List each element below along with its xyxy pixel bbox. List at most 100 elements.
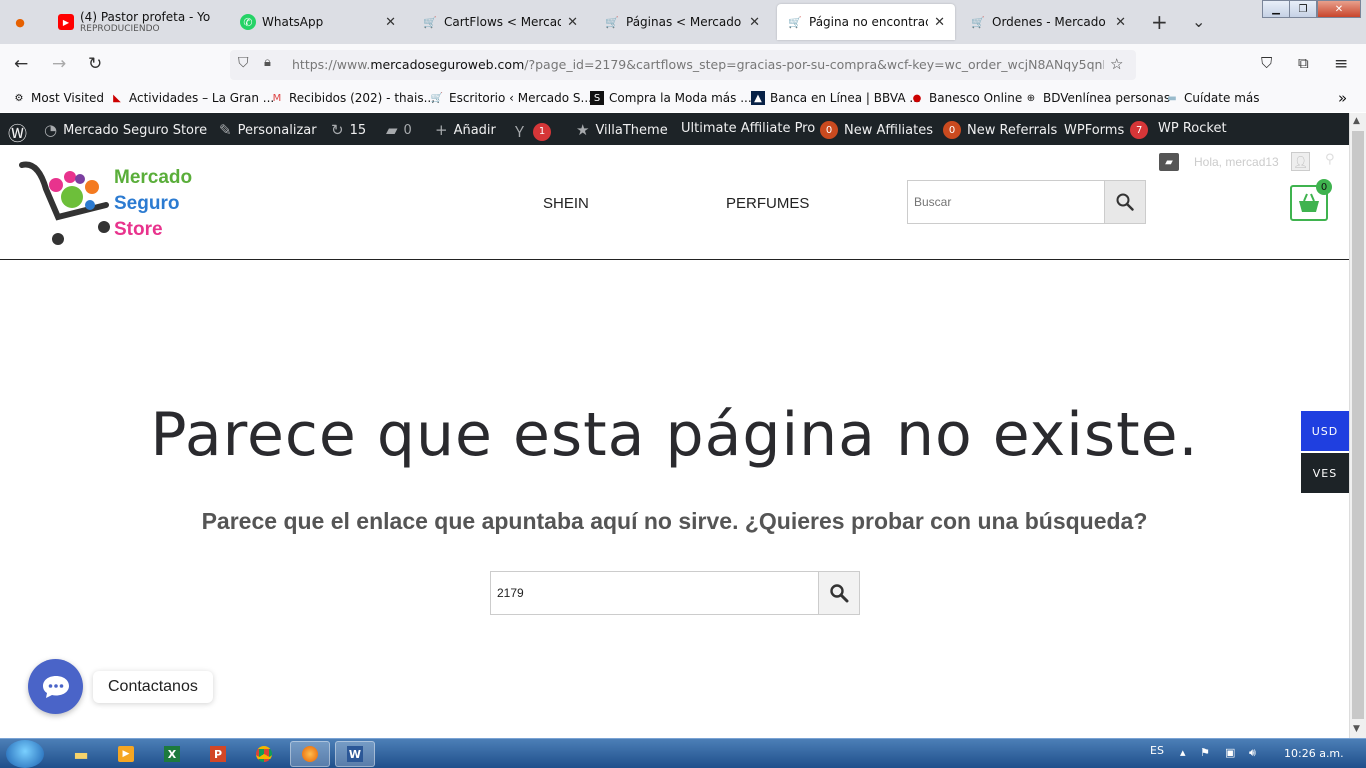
wp-rocket[interactable]: WP Rocket (1158, 121, 1227, 136)
bookmark-bbva[interactable]: ▲ Banca en Línea | BBVA ... (751, 91, 921, 105)
url-domain: mercadoseguroweb.com (370, 57, 525, 72)
maximize-button[interactable]: ❐ (1289, 0, 1317, 18)
close-icon[interactable]: ✕ (934, 15, 945, 30)
bookmark-most-visited[interactable]: ⚙ Most Visited (12, 91, 105, 105)
wp-comments[interactable]: ▰ 0 (386, 121, 412, 139)
tray-arrow-icon[interactable]: ▴ (1180, 746, 1186, 759)
minimize-button[interactable]: ▁ (1262, 0, 1290, 18)
wp-wpforms[interactable]: WPForms 7 (1064, 121, 1154, 139)
cart-favicon-icon: 🛒 (430, 92, 444, 104)
chat-label[interactable]: Contactanos (93, 671, 213, 703)
bookmark-label: BDVenlínea personas (1043, 91, 1171, 105)
notification-icon[interactable]: ▰ (1159, 153, 1179, 171)
bookmark-cuidate[interactable]: ▬ Cuídate más (1165, 91, 1259, 105)
user-greeting[interactable]: Hola, mercad13 (1194, 155, 1279, 169)
network-icon[interactable]: ▣ (1225, 746, 1235, 759)
site-logo[interactable]: Mercado Seguro Store (18, 159, 218, 247)
tab-ordenes[interactable]: 🛒 Ordenes - Mercado Seguro ✕ (960, 4, 1136, 40)
wordpress-icon[interactable]: Ⓦ (8, 119, 27, 146)
header-search-input[interactable] (908, 181, 1105, 223)
header-search-button[interactable] (1104, 181, 1145, 223)
taskbar-powerpoint[interactable]: P (198, 741, 238, 767)
currency-usd-button[interactable]: USD (1301, 411, 1349, 451)
logo-line-1: Mercado (114, 167, 193, 188)
wp-yoast[interactable]: Ｙ1 (512, 121, 557, 142)
main-search-button[interactable] (818, 572, 859, 614)
lock-icon[interactable]: 🔒︎ (264, 55, 271, 70)
tab-whatsapp[interactable]: ✆ WhatsApp ✕ (230, 4, 406, 40)
pocket-icon[interactable]: ⛉ (1261, 54, 1272, 72)
bookmark-gmail[interactable]: M Recibidos (202) - thais... (270, 91, 435, 105)
scroll-down-icon[interactable]: ▼ (1353, 724, 1360, 734)
close-icon[interactable]: ✕ (385, 15, 396, 30)
star-icon: ★ (576, 121, 590, 139)
menu-item-perfumes[interactable]: PERFUMES (726, 195, 809, 212)
extensions-icon[interactable]: ⧉ (1298, 54, 1309, 72)
menu-item-shein[interactable]: SHEIN (543, 195, 589, 212)
magnifier-icon (830, 584, 849, 603)
taskbar-chrome[interactable] (244, 741, 284, 767)
new-referrals-label: New Referrals (967, 122, 1058, 138)
bbva-icon: ▲ (751, 91, 765, 105)
shield-icon[interactable]: ⛉ (238, 55, 249, 71)
reload-icon[interactable]: ↻ (88, 54, 102, 74)
wp-add-new[interactable]: + Añadir (435, 121, 496, 139)
taskbar-media-player[interactable]: ▶ (106, 741, 146, 767)
cart-favicon-icon: 🛒 (971, 15, 985, 29)
bookmark-label: Banca en Línea | BBVA ... (770, 91, 921, 105)
wp-new-affiliates[interactable]: 0 New Affiliates (820, 121, 933, 139)
chevron-right-icon[interactable]: » (1338, 89, 1347, 107)
language-indicator[interactable]: ES (1150, 744, 1164, 757)
forward-arrow-icon[interactable]: → (52, 54, 66, 74)
url-text[interactable]: https://www.mercadoseguroweb.com/?page_i… (292, 57, 1104, 72)
clock[interactable]: 10:26 a.m. (1284, 747, 1344, 760)
tab-title: Ordenes - Mercado Seguro (992, 15, 1109, 29)
search-icon[interactable]: ⚲ (1325, 152, 1335, 167)
taskbar-explorer[interactable]: ▬ (61, 741, 101, 767)
flag-icon[interactable]: ⚑ (1200, 746, 1210, 759)
tab-cartflows[interactable]: 🛒 CartFlows < Mercado Seguro ✕ (412, 4, 588, 40)
bookmark-label: Recibidos (202) - thais... (289, 91, 436, 105)
close-icon[interactable]: ✕ (1115, 15, 1126, 30)
wp-customize[interactable]: ✎ Personalizar (219, 121, 317, 139)
firefox-menu-tab[interactable]: ● (2, 4, 42, 40)
wp-villatheme[interactable]: ★ VillaTheme (576, 121, 668, 139)
wp-updates[interactable]: ↻ 15 (331, 121, 366, 139)
tab-paginas[interactable]: 🛒 Páginas < Mercado Seguro ✕ (594, 4, 770, 40)
chevron-down-icon[interactable]: ⌄ (1192, 12, 1205, 31)
volume-icon[interactable]: 🔊︎ (1249, 746, 1256, 760)
star-icon[interactable]: ☆ (1110, 55, 1123, 73)
url-bar[interactable]: ⛉ 🔒︎ https://www.mercadoseguroweb.com/?p… (230, 50, 1136, 80)
close-icon[interactable]: ✕ (567, 15, 578, 30)
bookmark-bdvenlinea[interactable]: ⊕ BDVenlínea personas (1024, 91, 1170, 105)
bookmark-banesco[interactable]: ● Banesco Online (910, 91, 1023, 105)
menu-icon[interactable]: ≡ (1334, 54, 1348, 74)
main-search-input[interactable] (491, 572, 818, 614)
taskbar-excel[interactable]: X (152, 741, 192, 767)
taskbar-word[interactable]: W (335, 741, 375, 767)
scrollbar-thumb[interactable] (1352, 131, 1364, 719)
chat-button[interactable] (28, 659, 83, 714)
back-arrow-icon[interactable]: ← (14, 54, 28, 74)
close-icon[interactable]: ✕ (749, 15, 760, 30)
scroll-up-icon[interactable]: ▲ (1353, 116, 1360, 126)
bookmark-label: Most Visited (31, 91, 105, 105)
bookmark-shein[interactable]: S Compra la Moda más ... (590, 91, 752, 105)
wp-affiliate-pro[interactable]: Ultimate Affiliate Pro (681, 121, 815, 136)
cart-button[interactable]: 0 (1290, 179, 1332, 221)
wp-site-name[interactable]: ◔ Mercado Seguro Store (44, 121, 207, 139)
tab-youtube[interactable]: ▶ (4) Pastor profeta - YouTubeREPRODUCIE… (48, 4, 220, 40)
cart-favicon-icon: 🛒 (605, 15, 619, 29)
taskbar-firefox[interactable] (290, 741, 330, 767)
window-close-button[interactable]: ✕ (1317, 0, 1361, 18)
currency-ves-button[interactable]: VES (1301, 453, 1349, 493)
bookmark-escritorio[interactable]: 🛒 Escritorio ‹ Mercado S... (430, 91, 592, 105)
windows-taskbar: ▬ ▶ X P W ES ▴ ⚑ ▣ 🔊︎ 10:26 a.m. (0, 738, 1366, 768)
avatar-icon[interactable]: 👤︎ (1291, 152, 1310, 171)
bookmark-actividades[interactable]: ◣ Actividades – La Gran ... (110, 91, 274, 105)
page-scrollbar[interactable]: ▲ ▼ (1349, 113, 1366, 738)
new-tab-icon[interactable]: + (1151, 10, 1168, 34)
windows-start-button[interactable] (6, 740, 44, 768)
tab-pagina-no-encontrada[interactable]: 🛒 Página no encontrada - Mercado ✕ (777, 4, 955, 40)
wp-new-referrals[interactable]: 0 New Referrals (943, 121, 1057, 139)
